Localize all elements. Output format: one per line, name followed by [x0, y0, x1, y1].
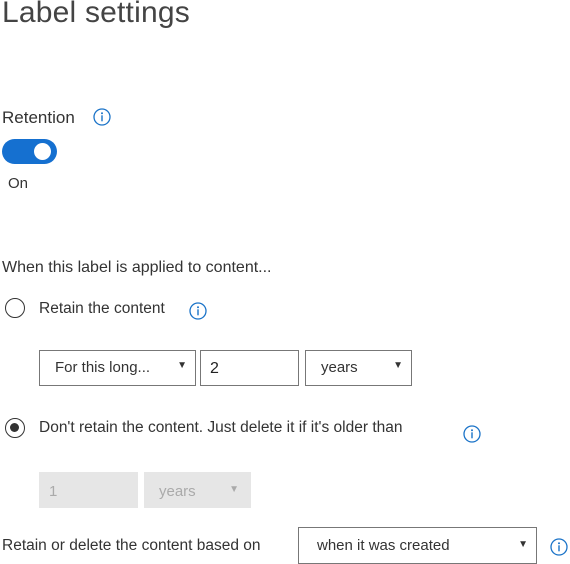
delete-amount-value: 1: [49, 483, 58, 500]
info-icon[interactable]: [550, 538, 568, 556]
delete-amount-input: 1: [39, 472, 138, 508]
chevron-down-icon: ▼: [518, 539, 528, 550]
toggle-knob: [34, 143, 51, 160]
applied-heading: When this label is applied to content...: [2, 259, 272, 276]
page-title: Label settings: [2, 0, 190, 29]
retention-label-text: Retention: [2, 108, 75, 127]
toggle-state-label: On: [8, 175, 29, 192]
retain-unit-select[interactable]: years ▼: [305, 350, 412, 386]
chevron-down-icon: ▼: [229, 484, 239, 495]
retain-content-radio[interactable]: [5, 298, 25, 318]
info-icon[interactable]: [93, 108, 111, 126]
retain-unit-value: years: [321, 359, 358, 376]
delete-unit-select: years ▼: [144, 472, 251, 508]
duration-select[interactable]: For this long... ▼: [39, 350, 196, 386]
retain-content-label: Retain the content: [39, 300, 165, 317]
info-icon[interactable]: [463, 425, 481, 443]
retain-amount-input[interactable]: 2: [200, 350, 299, 386]
info-icon[interactable]: [189, 302, 207, 320]
radio-selected-dot: [10, 423, 19, 432]
based-on-label: Retain or delete the content based on: [2, 537, 261, 554]
retain-amount-value: 2: [210, 360, 219, 377]
delete-content-label: Don't retain the content. Just delete it…: [39, 419, 403, 436]
duration-select-value: For this long...: [55, 359, 151, 376]
chevron-down-icon: ▼: [177, 360, 187, 371]
based-on-select-value: when it was created: [317, 537, 450, 554]
retention-toggle[interactable]: [2, 139, 57, 164]
delete-content-radio[interactable]: [5, 418, 25, 438]
chevron-down-icon: ▼: [393, 360, 403, 371]
retention-label: Retention: [2, 108, 75, 128]
based-on-select[interactable]: when it was created ▼: [298, 527, 537, 564]
delete-unit-value: years: [159, 483, 196, 500]
